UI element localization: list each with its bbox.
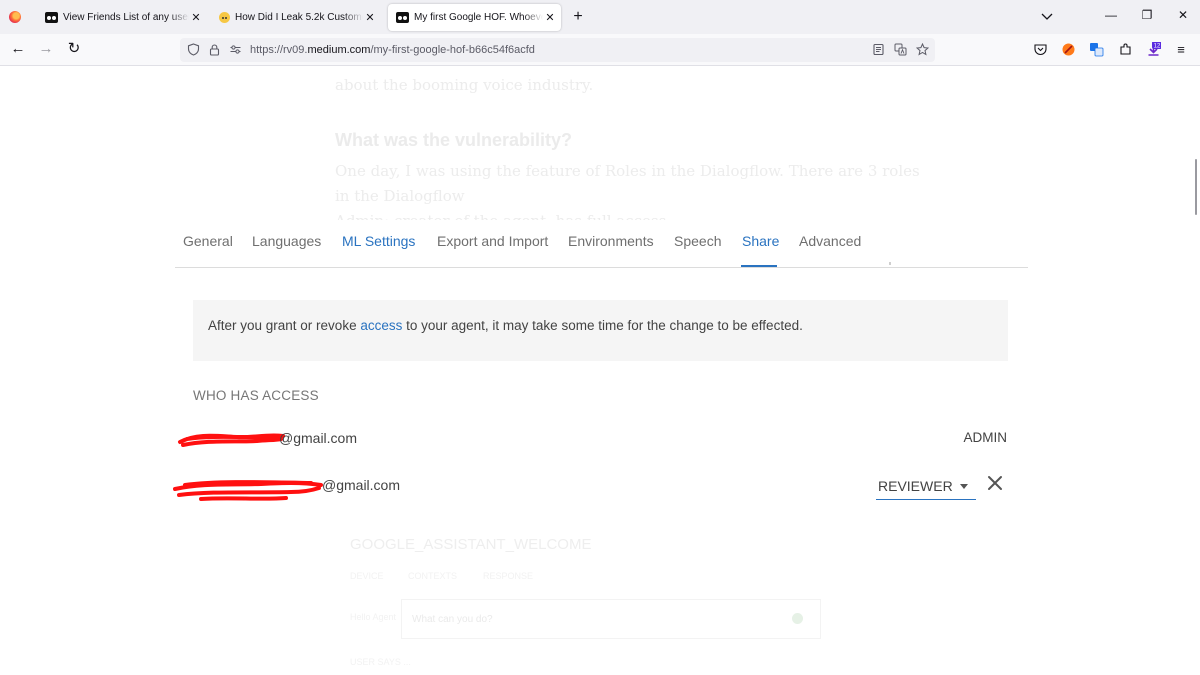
article-text-line: One day, I was using the feature of Role… — [335, 162, 920, 180]
chip-ghost: DEVICE — [350, 571, 384, 581]
user-email: @gmail.com — [322, 477, 401, 493]
reload-icon[interactable]: ↻ — [66, 41, 82, 57]
article-text-line: in the Dialogflow — [335, 187, 465, 205]
translate-extension-icon[interactable] — [1089, 42, 1104, 57]
role-dropdown-value: REVIEWER — [878, 478, 953, 494]
tab-title: View Friends List of any users u — [63, 12, 189, 23]
url-domain: medium.com — [307, 44, 371, 56]
intent-title-ghost: GOOGLE_ASSISTANT_WELCOME — [350, 536, 592, 553]
ghost-input: What can you do? — [401, 599, 821, 639]
blocker-extension-icon[interactable] — [1061, 42, 1076, 57]
access-link[interactable]: access — [360, 318, 402, 333]
access-row-reviewer: @gmail.com REVIEWER — [173, 471, 1015, 501]
tab-environments[interactable]: Environments — [568, 233, 654, 249]
tab-title: How Did I Leak 5.2k Customer D — [235, 12, 363, 23]
article-text-line: Admin: creator of the agent, has full ac… — [335, 212, 666, 220]
redaction-scribble — [178, 433, 285, 447]
role-dropdown[interactable]: REVIEWER — [876, 472, 976, 500]
scrollbar-thumb[interactable] — [1195, 159, 1197, 215]
medium-icon — [396, 12, 409, 23]
firefox-logo-icon[interactable] — [9, 11, 21, 23]
tab-general[interactable]: General — [183, 233, 233, 249]
bookmark-star-icon[interactable] — [916, 43, 929, 56]
medium-icon — [45, 12, 58, 23]
chip-ghost: CONTEXTS — [408, 571, 458, 581]
redaction-scribble — [173, 480, 323, 501]
lock-icon[interactable] — [208, 43, 221, 56]
divider — [889, 262, 891, 265]
url-path: /my-first-google-hof-b66c54f6acfd — [370, 44, 535, 56]
list-all-tabs-icon[interactable] — [1040, 9, 1054, 23]
settings-tabs: General Languages ML Settings Export and… — [175, 222, 1028, 268]
tab-title: My first Google HOF. Whoever c — [414, 12, 543, 23]
tab-languages[interactable]: Languages — [252, 233, 321, 249]
active-tab-indicator — [741, 265, 777, 267]
tab-close-icon[interactable]: ✕ — [189, 11, 203, 24]
tab-ml-settings[interactable]: ML Settings — [342, 233, 415, 249]
back-icon[interactable]: ← — [10, 41, 26, 57]
user-email: @gmail.com — [279, 430, 358, 446]
browser-tab-1[interactable]: View Friends List of any users u ✕ — [37, 4, 207, 31]
browser-tab-2[interactable]: How Did I Leak 5.2k Customer D ✕ — [211, 4, 381, 31]
close-window-icon[interactable]: ✕ — [1175, 8, 1191, 22]
url-prefix: https://rv09. — [250, 44, 308, 56]
article-text-line: about the booming voice industry. — [335, 76, 594, 94]
dropdown-caret-icon — [960, 484, 968, 489]
minimize-icon[interactable]: — — [1103, 8, 1119, 22]
tab-close-icon[interactable]: ✕ — [363, 11, 377, 24]
ghost-footer: USER SAYS ... — [350, 657, 411, 667]
forward-icon[interactable]: → — [38, 41, 54, 57]
notice-text: After you grant or revoke access to your… — [208, 318, 803, 333]
navigation-toolbar: ← → ↻ https://rv09.medium.com/my-first-g… — [0, 34, 1200, 66]
tab-close-icon[interactable]: ✕ — [543, 11, 557, 24]
extensions-puzzle-icon[interactable] — [1118, 42, 1133, 57]
tab-export-and-import[interactable]: Export and Import — [437, 233, 548, 249]
tracking-protection-shield-icon[interactable] — [187, 43, 200, 56]
article-heading: What was the vulnerability? — [335, 130, 573, 150]
ghost-status-dot — [792, 613, 803, 624]
translate-icon[interactable] — [894, 43, 907, 56]
restore-icon[interactable]: ❐ — [1139, 8, 1155, 22]
field-label-ghost: Hello Agent — [350, 612, 397, 622]
who-has-access-title: WHO HAS ACCESS — [193, 388, 319, 403]
browser-tab-3-active[interactable]: My first Google HOF. Whoever c ✕ — [388, 4, 561, 31]
notice-text-after: to your agent, it may take some time for… — [402, 318, 803, 333]
tab-share[interactable]: Share — [742, 233, 779, 249]
access-row-admin: @gmail.com ADMIN — [175, 424, 1015, 454]
url-text[interactable]: https://rv09.medium.com/my-first-google-… — [250, 44, 535, 56]
access-notice: After you grant or revoke access to your… — [193, 300, 1008, 361]
menu-icon[interactable]: ≡ — [1173, 42, 1189, 58]
page-content: about the booming voice industry. What w… — [0, 67, 1200, 675]
tab-speech[interactable]: Speech — [674, 233, 721, 249]
ghost-input-value: What can you do? — [412, 614, 493, 625]
tab-advanced[interactable]: Advanced — [799, 233, 861, 249]
downloads-icon[interactable]: 12 — [1146, 42, 1161, 57]
reader-view-icon[interactable] — [872, 43, 885, 56]
url-bar[interactable]: https://rv09.medium.com/my-first-google-… — [180, 38, 935, 62]
role-label-admin: ADMIN — [963, 430, 1008, 445]
downloads-badge: 12 — [1154, 44, 1161, 50]
emoji-face-icon — [219, 12, 230, 23]
permissions-icon[interactable] — [229, 43, 242, 56]
remove-access-icon[interactable] — [986, 474, 1004, 492]
pocket-icon[interactable] — [1033, 42, 1048, 57]
new-tab-icon[interactable]: + — [570, 8, 586, 26]
chip-ghost: RESPONSE — [483, 571, 534, 581]
browser-tab-strip: View Friends List of any users u ✕ How D… — [0, 0, 1200, 34]
notice-text-before: After you grant or revoke — [208, 318, 361, 333]
